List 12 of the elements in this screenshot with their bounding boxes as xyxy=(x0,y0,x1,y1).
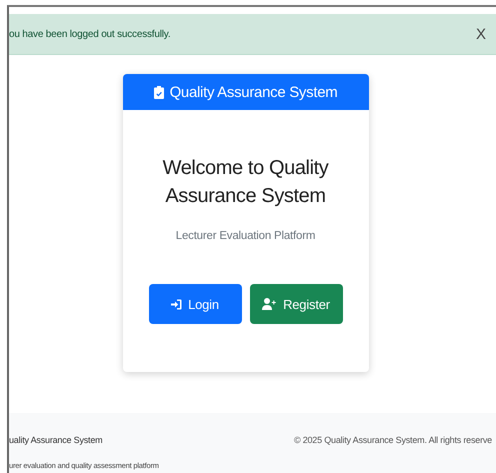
close-button[interactable]: X xyxy=(472,26,490,42)
subtitle: Lecturer Evaluation Platform xyxy=(176,230,316,242)
clipboard-check-icon xyxy=(154,86,164,98)
add-user-icon xyxy=(262,298,278,310)
alert-message: ou have been logged out successfully. xyxy=(9,28,170,40)
welcome-heading: Welcome to Quality Assurance System xyxy=(162,156,330,209)
footer-name: uality Assurance System xyxy=(9,435,104,447)
login-icon xyxy=(171,298,182,310)
header-title: Quality Assurance System xyxy=(170,84,338,100)
register-button[interactable]: Register xyxy=(250,284,342,324)
copyright-text: © 2025 Quality Assurance System. All rights reserve xyxy=(294,435,492,447)
login-button[interactable]: Login xyxy=(148,284,242,324)
